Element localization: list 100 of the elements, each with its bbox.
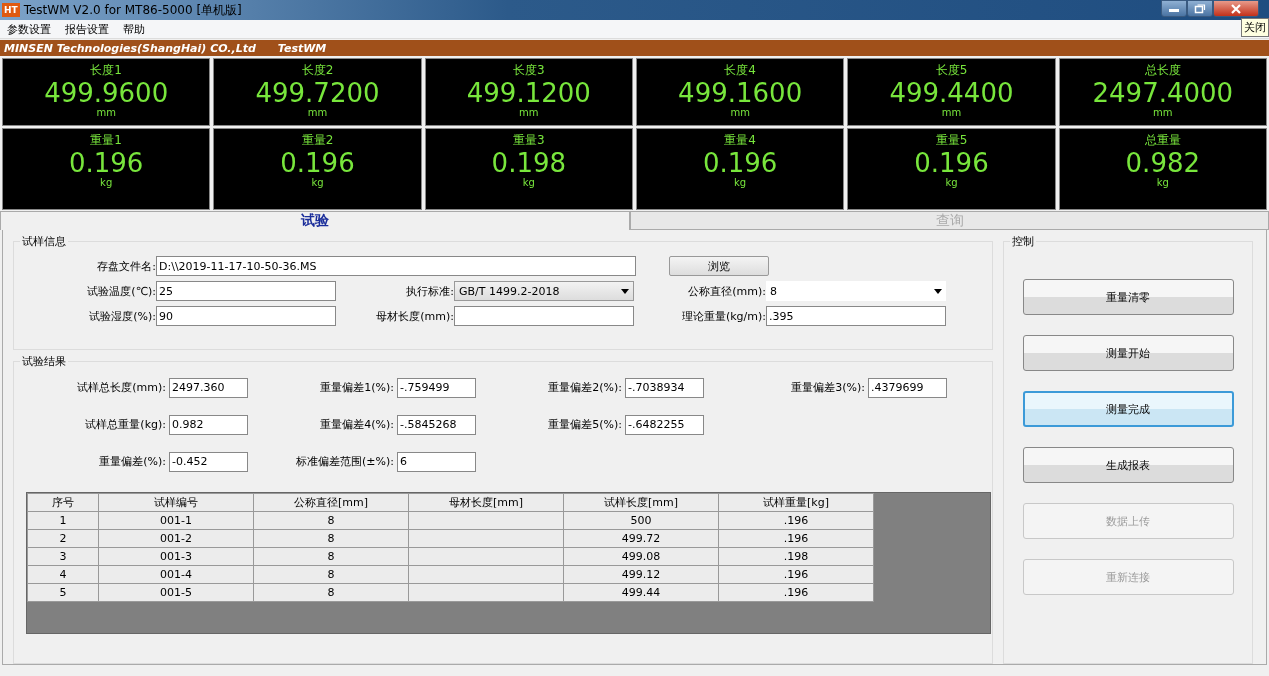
meter-label: 重量1 bbox=[90, 132, 122, 149]
table-cell: 499.08 bbox=[563, 547, 719, 566]
input-field[interactable]: -.5845268 bbox=[397, 414, 476, 435]
field-label: 重量偏差3(%): bbox=[790, 380, 865, 395]
field-label: 理论重量(kg/m): bbox=[680, 308, 766, 324]
table-cell: 001-1 bbox=[98, 511, 254, 530]
product-name: TestWM bbox=[277, 41, 327, 55]
table-cell: 8 bbox=[253, 565, 409, 584]
action-button[interactable]: 测量完成 bbox=[1022, 391, 1234, 427]
meter-label: 长度4 bbox=[724, 62, 756, 79]
action-button[interactable]: 重量清零 bbox=[1022, 279, 1234, 315]
group-title: 控制 bbox=[1011, 234, 1035, 249]
meter-value: 2497.4000 bbox=[1092, 79, 1234, 107]
restore-icon bbox=[1194, 3, 1206, 14]
meter-unit: mm bbox=[1153, 107, 1173, 118]
meter-unit: mm bbox=[96, 107, 116, 118]
meter-value: 0.196 bbox=[280, 149, 355, 177]
browse-button[interactable]: 浏览 bbox=[669, 256, 769, 276]
field-label: 标准偏差范围(±%): bbox=[295, 454, 394, 469]
table-cell: 001-4 bbox=[98, 565, 254, 584]
action-button[interactable]: 生成报表 bbox=[1022, 447, 1234, 483]
meter-unit: kg bbox=[1156, 177, 1169, 188]
meter-unit: mm bbox=[941, 107, 962, 118]
meter-unit: mm bbox=[307, 107, 328, 118]
menu-item[interactable]: 帮助 bbox=[123, 21, 145, 37]
input-field[interactable]: .395 bbox=[766, 306, 946, 326]
input-field[interactable]: -.7038934 bbox=[625, 377, 704, 398]
field-label: 重量偏差2(%): bbox=[547, 380, 622, 395]
input-field[interactable]: 2497.360 bbox=[169, 377, 248, 398]
field-label: 试样总长度(mm): bbox=[76, 380, 166, 395]
company-name: MINSEN Technologies(ShangHai) CO.,Ltd bbox=[4, 41, 256, 55]
table-cell: 8 bbox=[253, 547, 409, 566]
caret-icon bbox=[934, 288, 942, 294]
input-field[interactable]: .4379699 bbox=[868, 377, 947, 398]
table-cell: .196 bbox=[718, 565, 874, 584]
meter-value: 0.198 bbox=[491, 149, 567, 177]
app-icon: HT bbox=[2, 3, 20, 17]
field-label: 试样总重量(kg): bbox=[84, 417, 166, 432]
table-cell: 001-2 bbox=[98, 529, 254, 548]
meter-value: 0.196 bbox=[702, 149, 778, 177]
row-header: 4 bbox=[27, 565, 99, 584]
input-field[interactable]: 90 bbox=[156, 306, 336, 326]
input-field[interactable]: 0.982 bbox=[169, 414, 248, 435]
input-field[interactable]: -.6482255 bbox=[625, 414, 704, 435]
input-field[interactable]: -.759499 bbox=[397, 377, 476, 398]
row-header: 2 bbox=[27, 529, 99, 548]
input-field[interactable]: 25 bbox=[156, 281, 336, 301]
minimize-button[interactable] bbox=[1161, 0, 1187, 17]
meter-unit: mm bbox=[519, 107, 539, 118]
field-label: 重量偏差5(%): bbox=[547, 417, 622, 432]
table-cell: 499.44 bbox=[563, 583, 719, 602]
meter-value: 499.1600 bbox=[678, 79, 803, 107]
menu-item[interactable]: 参数设置 bbox=[7, 21, 51, 37]
meter-label: 长度1 bbox=[90, 62, 122, 79]
meter-value: 499.4400 bbox=[889, 79, 1014, 107]
close-button[interactable] bbox=[1213, 0, 1259, 17]
meter-unit: mm bbox=[730, 107, 750, 118]
meter-value: 0.982 bbox=[1125, 149, 1200, 177]
table-cell: 001-3 bbox=[98, 547, 254, 566]
column-header: 公称直径[mm] bbox=[253, 493, 409, 512]
input-field[interactable]: -0.452 bbox=[169, 451, 248, 472]
table-cell: .198 bbox=[718, 547, 874, 566]
input-field[interactable]: D:\\2019-11-17-10-50-36.MS bbox=[156, 256, 636, 276]
column-header: 试样重量[kg] bbox=[718, 493, 874, 512]
meter-unit: kg bbox=[311, 177, 324, 188]
table-cell: 8 bbox=[253, 511, 409, 530]
dropdown[interactable]: GB/T 1499.2-2018 bbox=[454, 281, 634, 301]
row-header: 1 bbox=[27, 511, 99, 530]
meter-value: 499.9600 bbox=[44, 79, 169, 107]
dropdown[interactable]: 8 bbox=[766, 281, 946, 301]
meter-label: 重量3 bbox=[513, 132, 545, 149]
group-title: 试验结果 bbox=[21, 354, 67, 369]
action-button[interactable]: 测量开始 bbox=[1022, 335, 1234, 371]
table-cell: 500 bbox=[563, 511, 719, 530]
field-label: 公称直径(mm): bbox=[687, 283, 766, 299]
table-cell: .196 bbox=[718, 511, 874, 530]
field-label: 执行标准: bbox=[405, 283, 454, 299]
field-label: 试验湿度(%): bbox=[88, 308, 156, 324]
tooltip: 关闭 bbox=[1241, 18, 1269, 37]
field-label: 母材长度(mm): bbox=[375, 308, 454, 324]
restore-button[interactable] bbox=[1187, 0, 1213, 17]
table-cell: 8 bbox=[253, 529, 409, 548]
table-cell: 499.72 bbox=[563, 529, 719, 548]
table-cell: 001-5 bbox=[98, 583, 254, 602]
input-field[interactable] bbox=[454, 306, 634, 326]
table-cell: 499.12 bbox=[563, 565, 719, 584]
menu-item[interactable]: 报告设置 bbox=[65, 21, 109, 37]
tab[interactable]: 试验 bbox=[0, 211, 630, 230]
caret-icon bbox=[621, 288, 629, 294]
input-field[interactable]: 6 bbox=[397, 451, 476, 472]
field-label: 存盘文件名: bbox=[96, 258, 156, 274]
meter-unit: kg bbox=[100, 177, 113, 188]
meter-unit: kg bbox=[945, 177, 958, 188]
column-header: 试样长度[mm] bbox=[563, 493, 719, 512]
meter-label: 长度2 bbox=[301, 62, 334, 79]
field-label: 试验温度(℃): bbox=[86, 283, 156, 299]
column-header: 序号 bbox=[27, 493, 99, 512]
column-header: 母材长度[mm] bbox=[408, 493, 564, 512]
row-header: 3 bbox=[27, 547, 99, 566]
meter-label: 重量5 bbox=[935, 132, 968, 149]
